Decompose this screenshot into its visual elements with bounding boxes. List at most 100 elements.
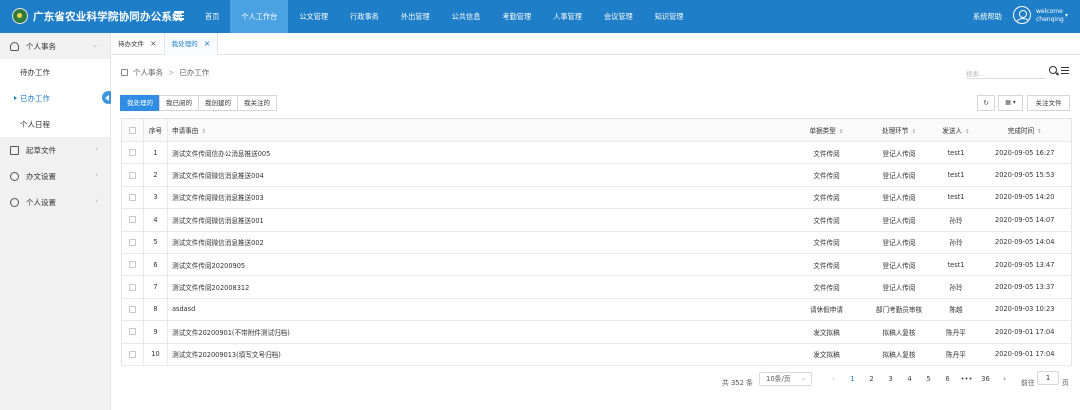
next-page-icon[interactable]: › bbox=[995, 372, 1014, 386]
cell-reason[interactable]: 测试文件传阅信办公消息推送005 bbox=[167, 141, 789, 165]
table-row[interactable]: 10 测试文件202009013(填写文号归档) 发文拟稿 拟稿人复核 陈丹平 2020-… bbox=[121, 343, 1072, 366]
cell-reason[interactable]: 测试文件202009013(填写文号归档) bbox=[167, 343, 789, 366]
row-checkbox[interactable] bbox=[121, 320, 144, 344]
avatar-icon[interactable] bbox=[1013, 6, 1031, 24]
filter-my-handled[interactable]: 我处理的 bbox=[120, 95, 160, 111]
header-time[interactable]: 完成时间 ⇕ bbox=[978, 118, 1072, 142]
nav-item-outing[interactable]: 外出管理 bbox=[390, 0, 441, 33]
sidebar-group-doc-settings[interactable]: 办文设置 › bbox=[0, 163, 110, 189]
row-checkbox[interactable] bbox=[121, 298, 144, 322]
row-checkbox[interactable] bbox=[121, 253, 144, 277]
page-number[interactable]: 4 bbox=[900, 372, 919, 386]
sidebar-item-todo[interactable]: 待办工作 bbox=[0, 59, 110, 85]
sidebar-group-personal-affairs[interactable]: 个人事务 ⌄ bbox=[0, 33, 110, 59]
table-row[interactable]: 6 测试文件传阅20200905 文件传阅 登记人传阅 test1 2020-09-05 … bbox=[121, 253, 1072, 277]
sidebar-group-personal-settings[interactable]: 个人设置 › bbox=[0, 189, 110, 215]
header-step[interactable]: 处理环节 ⇕ bbox=[864, 118, 934, 142]
sidebar-group-draft[interactable]: 起草文件 › bbox=[0, 137, 110, 163]
cell-reason[interactable]: 测试文件传阅微信消息推送004 bbox=[167, 163, 789, 187]
menu-toggle-icon[interactable] bbox=[174, 11, 184, 20]
cell-reason[interactable]: 测试文件传阅微信消息推送001 bbox=[167, 208, 789, 232]
row-checkbox[interactable] bbox=[121, 231, 144, 254]
nav-item-documents[interactable]: 公文管理 bbox=[288, 0, 339, 33]
search-input[interactable]: 搜索... bbox=[966, 66, 1046, 79]
main-nav: 首页 个人工作台 公文管理 行政事务 外出管理 公共信息 考勤管理 人事管理 会… bbox=[194, 0, 694, 33]
cell-reason[interactable]: asdasd bbox=[167, 298, 789, 322]
nav-item-admin-affairs[interactable]: 行政事务 bbox=[339, 0, 390, 33]
nav-item-knowledge[interactable]: 知识管理 bbox=[644, 0, 695, 33]
filter-my-followed[interactable]: 我关注的 bbox=[237, 95, 277, 111]
close-icon[interactable]: × bbox=[150, 33, 157, 55]
table-row[interactable]: 7 测试文件传阅202008312 文件传阅 登记人传阅 孙玲 2020-09-05 13… bbox=[121, 275, 1072, 299]
filter-my-read[interactable]: 我已阅的 bbox=[159, 95, 199, 111]
filter-my-created[interactable]: 我创建的 bbox=[198, 95, 238, 111]
sort-icon[interactable]: ⇕ bbox=[911, 129, 916, 135]
chevron-right-icon: › bbox=[95, 171, 98, 179]
goto-page-input[interactable]: 1 bbox=[1037, 371, 1059, 385]
header-type[interactable]: 单据类型 ⇕ bbox=[788, 118, 865, 142]
cell-time: 2020-09-05 13:47 bbox=[978, 253, 1072, 277]
table-row[interactable]: 8 asdasd 请休假申请 部门考勤员审核 陈越 2020-09-03 10:23 bbox=[121, 298, 1072, 322]
table-row[interactable]: 2 测试文件传阅微信消息推送004 文件传阅 登记人传阅 test1 2020-09-05… bbox=[121, 163, 1072, 187]
sidebar-item-done[interactable]: 已办工作 bbox=[0, 85, 115, 111]
page-number[interactable]: 36 bbox=[976, 372, 995, 386]
help-link[interactable]: 系统帮助 bbox=[973, 12, 1002, 22]
cell-step: 拟稿人复核 bbox=[864, 320, 934, 344]
cell-sender: test1 bbox=[933, 163, 979, 187]
row-checkbox[interactable] bbox=[121, 163, 144, 187]
chevron-right-icon: › bbox=[95, 145, 98, 153]
row-checkbox[interactable] bbox=[121, 275, 144, 299]
user-menu-caret-icon[interactable]: ▾ bbox=[1065, 12, 1068, 19]
cell-reason[interactable]: 测试文件20200901(不带附件测试归档) bbox=[167, 320, 789, 344]
nav-item-attendance[interactable]: 考勤管理 bbox=[491, 0, 542, 33]
sort-icon[interactable]: ⇕ bbox=[201, 129, 206, 135]
search-icon[interactable] bbox=[1049, 66, 1057, 74]
table-row[interactable]: 3 测试文件传阅微信消息推送003 文件传阅 登记人传阅 test1 2020-09-05… bbox=[121, 186, 1072, 210]
select-all-checkbox[interactable] bbox=[121, 118, 144, 142]
close-icon[interactable]: × bbox=[204, 33, 211, 55]
header-sender[interactable]: 发送人 ⇕ bbox=[933, 118, 979, 142]
sort-icon[interactable]: ⇕ bbox=[839, 129, 844, 135]
username[interactable]: chenqing bbox=[1036, 16, 1064, 23]
cell-reason[interactable]: 测试文件传阅20200905 bbox=[167, 253, 789, 277]
table-row[interactable]: 1 测试文件传阅信办公消息推送005 文件传阅 登记人传阅 test1 2020-09-0… bbox=[121, 141, 1072, 165]
prev-page-icon[interactable]: ‹ bbox=[824, 372, 843, 386]
breadcrumb-root[interactable]: 个人事务 bbox=[133, 67, 163, 78]
page-number[interactable]: 5 bbox=[919, 372, 938, 386]
cell-reason[interactable]: 测试文件传阅微信消息推送003 bbox=[167, 186, 789, 210]
page-number[interactable]: 2 bbox=[862, 372, 881, 386]
page-number[interactable]: 6 bbox=[938, 372, 957, 386]
tab-todo-files[interactable]: 待办文件 × bbox=[111, 33, 165, 55]
cell-time: 2020-09-05 15:53 bbox=[978, 163, 1072, 187]
columns-toggle-button[interactable]: ▦ ▾ bbox=[998, 95, 1023, 111]
table-row[interactable]: 4 测试文件传阅微信消息推送001 文件传阅 登记人传阅 孙玲 2020-09-05 14… bbox=[121, 208, 1072, 232]
refresh-button[interactable]: ↻ bbox=[977, 95, 995, 111]
list-view-icon[interactable] bbox=[1061, 67, 1069, 75]
page-number[interactable]: ••• bbox=[957, 372, 976, 386]
sidebar-item-schedule[interactable]: 个人日程 bbox=[0, 111, 110, 137]
follow-file-button[interactable]: 关注文件 bbox=[1027, 95, 1070, 111]
breadcrumb-separator: > bbox=[168, 68, 175, 77]
row-checkbox[interactable] bbox=[121, 186, 144, 210]
nav-item-workbench[interactable]: 个人工作台 bbox=[230, 0, 289, 33]
nav-item-public-info[interactable]: 公共信息 bbox=[441, 0, 492, 33]
nav-item-meetings[interactable]: 会议管理 bbox=[593, 0, 644, 33]
page-number[interactable]: 1 bbox=[843, 372, 862, 386]
table-row[interactable]: 5 测试文件传阅微信消息推送002 文件传阅 登记人传阅 孙玲 2020-09-05 14… bbox=[121, 231, 1072, 254]
page-size-select[interactable]: 10条/页 ⌄ bbox=[759, 372, 812, 386]
sort-icon[interactable]: ⇕ bbox=[965, 129, 970, 135]
cell-seq: 1 bbox=[143, 141, 168, 165]
cell-sender: 陈越 bbox=[933, 298, 979, 322]
table-row[interactable]: 9 测试文件20200901(不带附件测试归档) 发文拟稿 拟稿人复核 陈丹平 2020-… bbox=[121, 320, 1072, 344]
row-checkbox[interactable] bbox=[121, 141, 144, 165]
cell-reason[interactable]: 测试文件传阅微信消息推送002 bbox=[167, 231, 789, 254]
nav-item-personnel[interactable]: 人事管理 bbox=[542, 0, 593, 33]
tab-my-handled[interactable]: 我处理的 × bbox=[164, 33, 219, 55]
row-checkbox[interactable] bbox=[121, 343, 144, 366]
page-number[interactable]: 3 bbox=[881, 372, 900, 386]
cell-reason[interactable]: 测试文件传阅202008312 bbox=[167, 275, 789, 299]
nav-item-home[interactable]: 首页 bbox=[194, 0, 230, 33]
sort-icon[interactable]: ⇕ bbox=[1037, 129, 1042, 135]
header-reason[interactable]: 申请事由 ⇕ bbox=[167, 118, 789, 142]
row-checkbox[interactable] bbox=[121, 208, 144, 232]
